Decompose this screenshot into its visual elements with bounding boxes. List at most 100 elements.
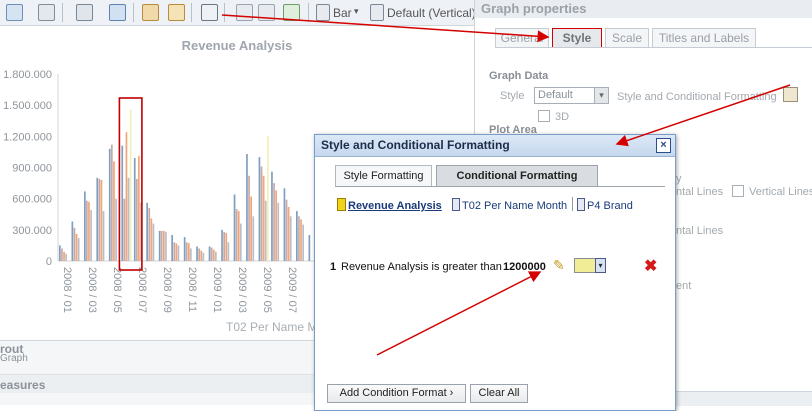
chevron-down-icon[interactable]: ▾: [595, 258, 606, 273]
tab-conditional-formatting[interactable]: Conditional Formatting: [436, 165, 598, 187]
bar[interactable]: [250, 196, 252, 261]
bar[interactable]: [287, 207, 290, 261]
bar[interactable]: [235, 209, 238, 261]
export-icon[interactable]: [6, 4, 23, 21]
chart-layout-alt-icon[interactable]: [258, 4, 275, 21]
close-icon[interactable]: ×: [656, 138, 671, 153]
bar[interactable]: [113, 161, 115, 261]
bar[interactable]: [88, 201, 90, 261]
bar[interactable]: [165, 231, 167, 261]
breadcrumb-t02-per-name-month[interactable]: T02 Per Name Month: [462, 200, 567, 212]
bar[interactable]: [86, 200, 88, 261]
bar[interactable]: [285, 199, 288, 261]
bar[interactable]: [185, 242, 188, 261]
tab-titles-and-labels[interactable]: Titles and Labels: [652, 28, 756, 48]
bar[interactable]: [173, 242, 176, 261]
bar[interactable]: [271, 171, 273, 261]
bar[interactable]: [61, 248, 63, 262]
chart-layout-icon[interactable]: [236, 4, 253, 21]
bar[interactable]: [262, 175, 265, 261]
bar[interactable]: [267, 136, 269, 261]
bar[interactable]: [212, 249, 215, 261]
style-select[interactable]: Default ▾: [534, 87, 609, 104]
bar[interactable]: [163, 230, 165, 261]
edit-pencil-icon[interactable]: ✎: [553, 257, 565, 274]
tab-style-formatting[interactable]: Style Formatting: [335, 165, 432, 187]
bar[interactable]: [129, 109, 132, 261]
bar[interactable]: [77, 238, 80, 261]
bar[interactable]: [111, 144, 113, 261]
binoculars-icon[interactable]: [38, 4, 55, 21]
bar[interactable]: [125, 132, 128, 261]
bar[interactable]: [308, 235, 311, 261]
bar[interactable]: [275, 190, 277, 261]
bar[interactable]: [84, 191, 86, 261]
bar[interactable]: [289, 216, 292, 261]
bar[interactable]: [175, 243, 178, 261]
refresh-icon[interactable]: [109, 4, 126, 21]
bar[interactable]: [225, 232, 228, 261]
bar[interactable]: [152, 223, 155, 261]
bar[interactable]: [75, 234, 78, 261]
bar[interactable]: [240, 223, 242, 261]
bar[interactable]: [171, 235, 173, 261]
bar[interactable]: [96, 177, 99, 261]
calculator-icon[interactable]: [201, 4, 218, 21]
bar[interactable]: [202, 252, 205, 261]
condition-color-swatch[interactable]: [574, 258, 596, 273]
orientation-dropdown[interactable]: Default (Vertical): [387, 6, 476, 20]
3d-checkbox[interactable]: [538, 110, 550, 122]
chevron-down-icon[interactable]: ▾: [594, 88, 608, 103]
bar[interactable]: [65, 253, 67, 261]
bar[interactable]: [227, 242, 230, 261]
bar[interactable]: [277, 202, 280, 261]
bar[interactable]: [90, 210, 92, 261]
bar[interactable]: [177, 245, 180, 261]
bar[interactable]: [248, 175, 250, 261]
bar[interactable]: [59, 245, 61, 261]
bar[interactable]: [298, 216, 300, 261]
chevron-down-icon[interactable]: ▾: [354, 6, 359, 17]
bar[interactable]: [200, 250, 203, 261]
bar[interactable]: [237, 211, 240, 261]
bar[interactable]: [183, 237, 186, 261]
bar[interactable]: [71, 221, 74, 262]
style-formatting-button-icon[interactable]: [783, 87, 798, 102]
tab-general[interactable]: General: [495, 28, 549, 48]
tab-scale[interactable]: Scale: [605, 28, 649, 48]
bar[interactable]: [127, 177, 130, 261]
breadcrumb-revenue-analysis[interactable]: Revenue Analysis: [348, 200, 442, 212]
sort-icon[interactable]: [283, 4, 300, 21]
add-condition-format-button[interactable]: Add Condition Format ›: [327, 384, 466, 403]
bar[interactable]: [302, 224, 304, 261]
bar[interactable]: [73, 227, 76, 261]
bar[interactable]: [210, 247, 213, 262]
chart-type-dropdown[interactable]: Bar: [333, 6, 352, 20]
properties-icon[interactable]: [76, 4, 93, 21]
bar[interactable]: [296, 211, 298, 261]
bar[interactable]: [246, 154, 248, 261]
bar[interactable]: [252, 216, 255, 261]
bar[interactable]: [121, 145, 124, 261]
bar[interactable]: [136, 178, 138, 261]
bar[interactable]: [198, 248, 200, 262]
bar[interactable]: [150, 218, 153, 261]
bar[interactable]: [258, 157, 261, 261]
bar[interactable]: [264, 200, 267, 261]
bar[interactable]: [115, 198, 117, 261]
bar[interactable]: [273, 183, 275, 261]
bar[interactable]: [138, 156, 140, 261]
bar[interactable]: [160, 230, 163, 261]
bar[interactable]: [190, 248, 192, 262]
bar[interactable]: [300, 219, 302, 261]
bar[interactable]: [102, 211, 105, 261]
bar[interactable]: [63, 251, 65, 261]
bar[interactable]: [208, 246, 211, 262]
vertical-lines-checkbox[interactable]: [732, 185, 744, 197]
tab-style[interactable]: Style: [552, 28, 602, 48]
bar[interactable]: [98, 178, 101, 261]
bar[interactable]: [133, 158, 136, 261]
bar[interactable]: [223, 231, 225, 261]
bar[interactable]: [123, 198, 126, 261]
bar[interactable]: [188, 243, 190, 261]
